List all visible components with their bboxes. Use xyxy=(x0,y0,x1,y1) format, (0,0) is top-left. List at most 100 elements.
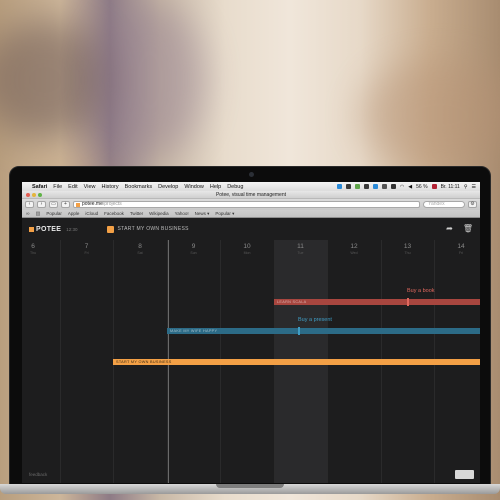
day-header: 11 Tue xyxy=(286,243,316,255)
day-of-week: Sat xyxy=(137,251,143,255)
menu-bookmarks[interactable]: Bookmarks xyxy=(125,184,153,190)
day-of-week: Fri xyxy=(458,251,464,255)
bookmark-item[interactable]: Twitter xyxy=(130,211,143,216)
app-tray-icon[interactable] xyxy=(363,184,369,189)
app-header: POTEE 12:30 START MY OWN BUSINESS ➦ 🗑 xyxy=(22,218,480,240)
add-tab-button[interactable]: + xyxy=(61,201,70,208)
menu-edit[interactable]: Edit xyxy=(68,184,77,190)
app-tray-icon[interactable] xyxy=(381,184,387,189)
day-of-week: Sun xyxy=(190,251,197,255)
menu-help[interactable]: Help xyxy=(210,184,221,190)
menu-history[interactable]: History xyxy=(101,184,118,190)
app-tray-icon[interactable] xyxy=(390,184,396,189)
bookmark-item[interactable]: News ▾ xyxy=(195,211,210,217)
app-tray-icon[interactable] xyxy=(336,184,342,189)
day-number: 12 xyxy=(350,243,358,250)
day-of-week: Thu xyxy=(29,251,37,255)
day-header: 7 Fri xyxy=(72,243,102,255)
day-of-week: Mon xyxy=(243,251,251,255)
back-button[interactable]: ‹ xyxy=(25,201,34,208)
help-button[interactable] xyxy=(455,470,474,479)
menu-debug[interactable]: Debug xyxy=(227,184,243,190)
reading-list-icon[interactable]: ∞ xyxy=(26,211,30,217)
day-of-week: Fri xyxy=(84,251,89,255)
menu-file[interactable]: File xyxy=(53,184,62,190)
site-favicon-icon xyxy=(76,203,80,207)
day-header: 8 Sat xyxy=(125,243,155,255)
menu-app-name[interactable]: Safari xyxy=(32,184,47,190)
app-logo[interactable]: POTEE xyxy=(36,226,61,233)
milestone-label[interactable]: Buy a present xyxy=(298,317,332,323)
potee-app: POTEE 12:30 START MY OWN BUSINESS ➦ 🗑 6T… xyxy=(22,218,480,483)
task-label: MAKE MY WIFE HAPPY xyxy=(170,329,218,333)
share-button[interactable]: ▭ xyxy=(49,201,58,208)
header-actions: ➦ 🗑 xyxy=(446,224,473,233)
day-number: 14 xyxy=(457,243,465,250)
forward-button[interactable]: › xyxy=(37,201,46,208)
bookmark-item[interactable]: Wikipedia xyxy=(149,211,169,216)
bookmarks-bar: ∞ ▥ Popular Apple iCloud Facebook Twitte… xyxy=(22,210,480,218)
app-tray-icon[interactable] xyxy=(372,184,378,189)
menu-develop[interactable]: Develop xyxy=(158,184,178,190)
day-number: 10 xyxy=(243,243,251,250)
day-header: 10 Mon xyxy=(232,243,262,255)
app-tray-icon[interactable] xyxy=(345,184,351,189)
bookmark-item[interactable]: Popular ▾ xyxy=(215,211,234,217)
task-label: LEARN SCALA xyxy=(277,300,307,304)
day-gridline xyxy=(59,240,61,483)
day-number: 13 xyxy=(403,243,412,250)
close-window-icon[interactable] xyxy=(26,193,30,197)
menu-list-icon[interactable]: ☰ xyxy=(472,184,476,190)
share-arrow-icon[interactable]: ➦ xyxy=(446,224,453,233)
battery-status[interactable]: 56 % xyxy=(416,184,427,190)
day-number: 6 xyxy=(31,243,35,250)
current-time: 12:30 xyxy=(66,226,78,232)
laptop: Safari File Edit View History Bookmarks … xyxy=(0,166,500,494)
task-bar-start-business[interactable]: START MY OWN BUSINESS xyxy=(113,359,480,365)
zoom-window-icon[interactable] xyxy=(38,193,42,197)
browser-toolbar: ‹ › ▭ + potee.me/projects Yandex ⚙ xyxy=(22,199,480,210)
day-of-week: Thu xyxy=(404,251,411,255)
bookmark-item[interactable]: iCloud xyxy=(85,211,98,216)
laptop-bezel: Safari File Edit View History Bookmarks … xyxy=(9,166,491,485)
menu-window[interactable]: Window xyxy=(184,184,204,190)
background-blur xyxy=(0,20,110,140)
day-of-week: Wed xyxy=(350,251,358,255)
timeline[interactable]: 6 Thu 7 Fri 8 Sat 9 Sun 10 Mon 11 Tue 12 Wed 13 Thu 14 Fr… xyxy=(22,240,480,483)
minimize-window-icon[interactable] xyxy=(32,193,36,197)
wifi-icon[interactable]: ◠ xyxy=(400,184,404,190)
flag-icon[interactable] xyxy=(431,184,437,189)
project-color-chip[interactable] xyxy=(106,225,114,233)
bookmark-item[interactable]: Facebook xyxy=(104,211,124,216)
day-header: 9 Sun xyxy=(179,243,209,255)
project-title[interactable]: START MY OWN BUSINESS xyxy=(118,226,189,232)
day-of-week: Tue xyxy=(297,251,304,255)
background-blur xyxy=(360,60,500,170)
menu-view[interactable]: View xyxy=(84,184,96,190)
app-tray-icon[interactable] xyxy=(354,184,360,189)
volume-icon[interactable]: ◀ xyxy=(408,184,412,190)
milestone-marker[interactable] xyxy=(298,327,300,335)
day-header: 14 Fri xyxy=(446,243,476,255)
day-number: 9 xyxy=(191,243,196,250)
bookmark-item[interactable]: Apple xyxy=(68,211,80,216)
address-bar[interactable]: potee.me/projects xyxy=(73,201,420,208)
task-bar-learn-scala[interactable]: LEARN SCALA xyxy=(274,298,480,306)
milestone-marker[interactable] xyxy=(407,298,409,306)
day-number: 8 xyxy=(138,243,142,250)
milestone-label[interactable]: Buy a book xyxy=(407,288,435,294)
menubar: Safari File Edit View History Bookmarks … xyxy=(22,182,480,191)
bookmark-item[interactable]: Yahoo! xyxy=(175,211,189,216)
day-header: 12 Wed xyxy=(339,243,369,255)
settings-gear-icon[interactable]: ⚙ xyxy=(468,201,477,208)
search-input[interactable]: Yandex xyxy=(423,201,465,208)
task-bar-make-wife-happy[interactable]: MAKE MY WIFE HAPPY xyxy=(167,327,480,335)
feedback-link[interactable]: feedback xyxy=(29,472,47,477)
window-title: Potee, visual time management xyxy=(215,191,287,198)
clock[interactable]: Br. 11:11 xyxy=(441,184,460,190)
show-all-bookmarks-icon[interactable]: ▥ xyxy=(36,211,41,217)
search-icon[interactable]: ⚲ xyxy=(464,184,468,190)
potee-logo-icon xyxy=(29,226,34,232)
trash-icon[interactable]: 🗑 xyxy=(463,224,473,233)
bookmark-item[interactable]: Popular xyxy=(46,211,62,216)
